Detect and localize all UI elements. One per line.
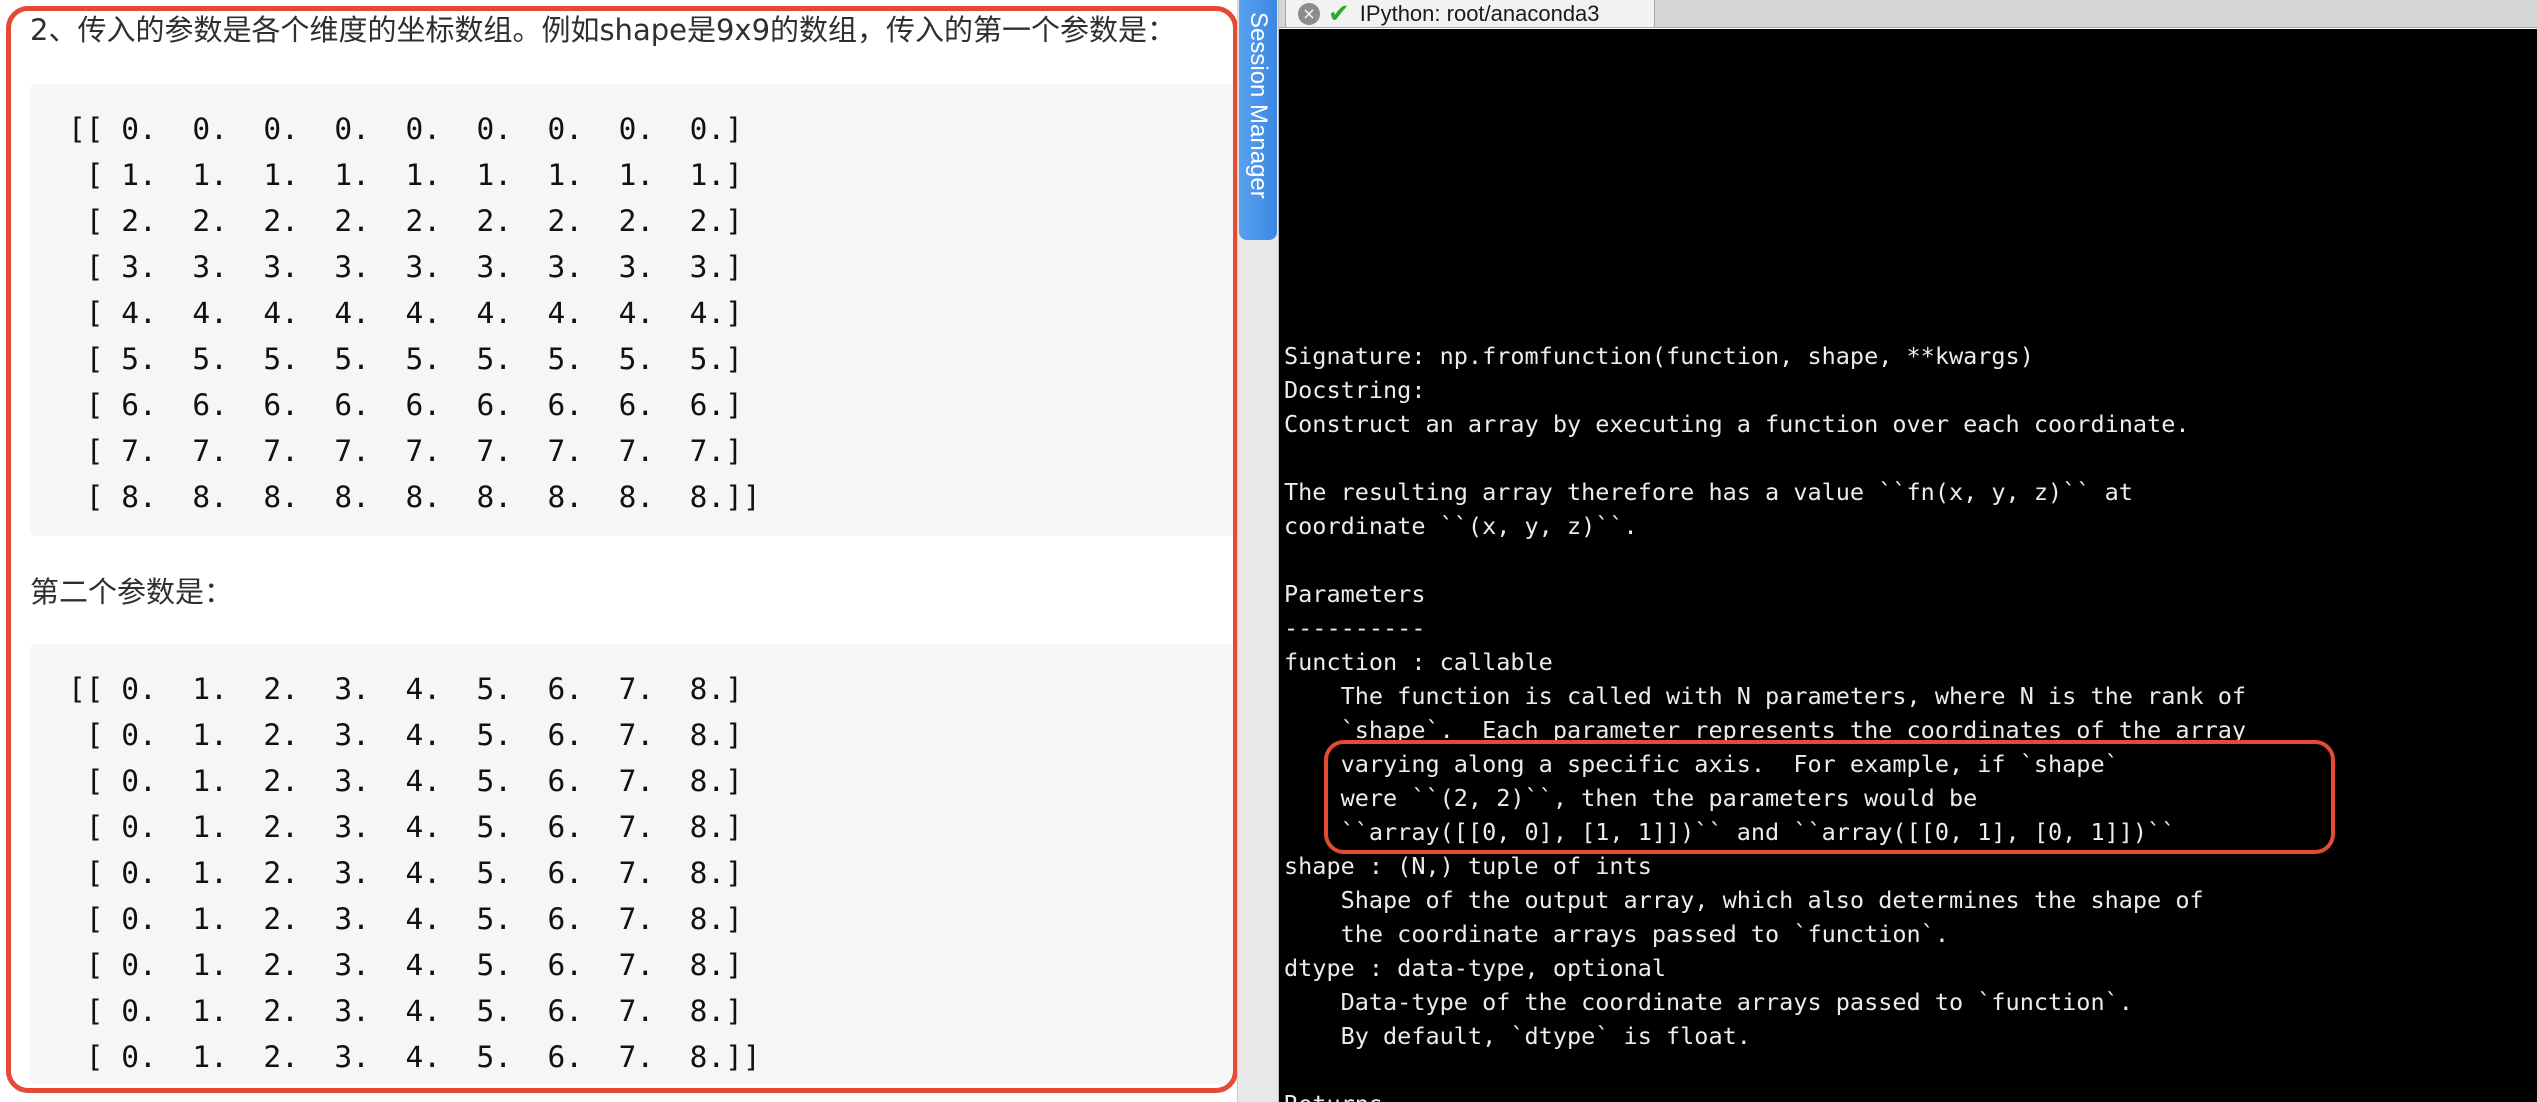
code-line: [ 0. 1. 2. 3. 4. 5. 6. 7. 8.] xyxy=(68,764,743,798)
terminal-tab[interactable]: × ✔ IPython: root/anaconda3 xyxy=(1285,0,1655,28)
terminal-line: Shape of the output array, which also de… xyxy=(1284,886,2204,914)
terminal-line: `shape`. Each parameter represents the c… xyxy=(1284,716,2247,744)
code-line: [ 0. 1. 2. 3. 4. 5. 6. 7. 8.] xyxy=(68,810,743,844)
checkmark-icon: ✔ xyxy=(1328,0,1350,29)
terminal-tab-title: IPython: root/anaconda3 xyxy=(1359,0,1600,26)
code-block-second-param: [[ 0. 1. 2. 3. 4. 5. 6. 7. 8.] [ 0. 1. 2… xyxy=(30,644,1237,1084)
code-line: [ 2. 2. 2. 2. 2. 2. 2. 2. 2.] xyxy=(68,204,743,238)
terminal-line: shape : (N,) tuple of ints xyxy=(1284,852,1652,880)
terminal-line: Signature: np.fromfunction(function, sha… xyxy=(1284,342,2034,370)
terminal-window[interactable]: Signature: np.fromfunction(function, sha… xyxy=(1279,29,2537,1102)
terminal-output: Signature: np.fromfunction(function, sha… xyxy=(1284,339,2246,1102)
terminal-line: Data-type of the coordinate arrays passe… xyxy=(1284,988,2133,1016)
terminal-line: coordinate ``(x, y, z)``. xyxy=(1284,512,1638,540)
terminal-line: By default, `dtype` is float. xyxy=(1284,1022,1751,1050)
code-line: [ 6. 6. 6. 6. 6. 6. 6. 6. 6.] xyxy=(68,388,743,422)
terminal-line: function : callable xyxy=(1284,648,1553,676)
code-block-first-param: [[ 0. 0. 0. 0. 0. 0. 0. 0. 0.] [ 1. 1. 1… xyxy=(30,84,1237,536)
terminal-line: dtype : data-type, optional xyxy=(1284,954,1667,982)
code-line: [[ 0. 1. 2. 3. 4. 5. 6. 7. 8.] xyxy=(68,672,743,706)
code-line: [ 7. 7. 7. 7. 7. 7. 7. 7. 7.] xyxy=(68,434,743,468)
code-line: [ 5. 5. 5. 5. 5. 5. 5. 5. 5.] xyxy=(68,342,743,376)
terminal-line: Docstring: xyxy=(1284,376,1426,404)
code-line: [ 0. 1. 2. 3. 4. 5. 6. 7. 8.] xyxy=(68,718,743,752)
session-manager-label[interactable]: Session Manager xyxy=(1243,12,1273,232)
article-pane: 2、传入的参数是各个维度的坐标数组。例如shape是9x9的数组，传入的第一个参… xyxy=(0,0,1237,1102)
terminal-line: The function is called with N parameters… xyxy=(1284,682,2247,710)
terminal-line: Construct an array by executing a functi… xyxy=(1284,410,2190,438)
code-line: [[ 0. 0. 0. 0. 0. 0. 0. 0. 0.] xyxy=(68,112,743,146)
code-line: [ 4. 4. 4. 4. 4. 4. 4. 4. 4.] xyxy=(68,296,743,330)
terminal-line: the coordinate arrays passed to `functio… xyxy=(1284,920,1949,948)
close-icon[interactable]: × xyxy=(1298,2,1320,25)
code-line: [ 0. 1. 2. 3. 4. 5. 6. 7. 8.] xyxy=(68,856,743,890)
terminal-line: were ``(2, 2)``, then the parameters wou… xyxy=(1284,784,1978,812)
paragraph-second-param: 第二个参数是： xyxy=(30,575,234,609)
terminal-line: ``array([[0, 0], [1, 1]])`` and ``array(… xyxy=(1284,818,2176,846)
terminal-line: varying along a specific axis. For examp… xyxy=(1284,750,2119,778)
terminal-tab-bar: × ✔ IPython: root/anaconda3 xyxy=(1279,0,2537,28)
terminal-line: Returns xyxy=(1284,1087,2246,1102)
code-line: [ 0. 1. 2. 3. 4. 5. 6. 7. 8.] xyxy=(68,994,743,1028)
code-line: [ 8. 8. 8. 8. 8. 8. 8. 8. 8.]] xyxy=(68,480,761,514)
code-line: [ 1. 1. 1. 1. 1. 1. 1. 1. 1.] xyxy=(68,158,743,192)
terminal-line: The resulting array therefore has a valu… xyxy=(1284,478,2133,506)
code-line: [ 3. 3. 3. 3. 3. 3. 3. 3. 3.] xyxy=(68,250,743,284)
code-line: [ 0. 1. 2. 3. 4. 5. 6. 7. 8.] xyxy=(68,902,743,936)
code-line: [ 0. 1. 2. 3. 4. 5. 6. 7. 8.]] xyxy=(68,1040,761,1074)
paragraph-first-param: 2、传入的参数是各个维度的坐标数组。例如shape是9x9的数组，传入的第一个参… xyxy=(30,13,1177,47)
code-line: [ 0. 1. 2. 3. 4. 5. 6. 7. 8.] xyxy=(68,948,743,982)
terminal-line: ---------- xyxy=(1284,614,1426,642)
terminal-line: Parameters xyxy=(1284,580,1426,608)
